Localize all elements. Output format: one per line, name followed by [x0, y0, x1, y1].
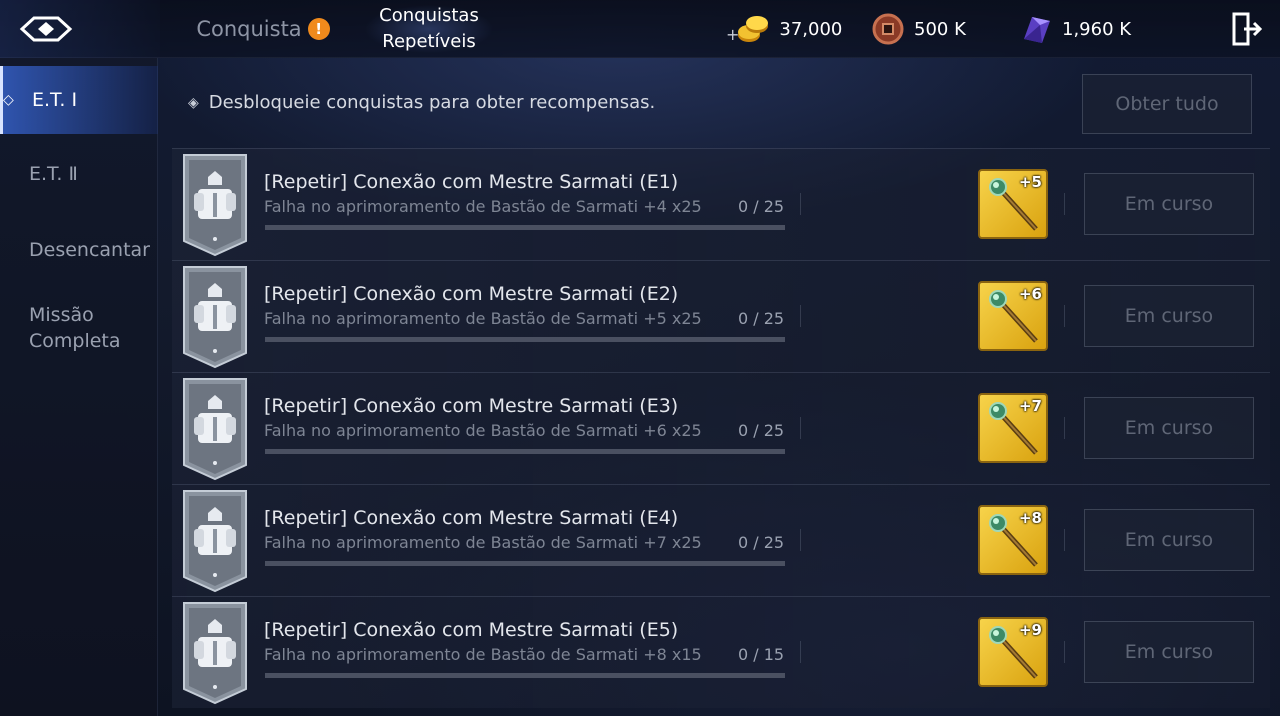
sidebar-item-label-line2: Completa [29, 330, 121, 352]
back-arrow-icon [19, 16, 73, 42]
purple-crystal-icon [1024, 17, 1050, 43]
reward-item[interactable]: +7 [978, 393, 1048, 463]
divider [1064, 305, 1065, 327]
status-button[interactable]: Em curso [1084, 173, 1254, 235]
status-button[interactable]: Em curso [1084, 621, 1254, 683]
achievement-progress-count: 0 / 25 [738, 309, 785, 328]
armor-badge-icon [183, 154, 247, 257]
divider [800, 193, 801, 215]
achievement-title: [Repetir] Conexão com Mestre Sarmati (E3… [264, 395, 679, 417]
achievement-row: [Repetir] Conexão com Mestre Sarmati (E1… [172, 148, 1270, 260]
status-button[interactable]: Em curso [1084, 509, 1254, 571]
status-button[interactable]: Em curso [1084, 397, 1254, 459]
achievement-subtitle: Falha no aprimoramento de Bastão de Sarm… [264, 309, 702, 328]
divider [800, 641, 801, 663]
sidebar-item-desencantar[interactable]: Desencantar [0, 220, 158, 280]
tab-conquista[interactable]: Conquista ! [178, 0, 348, 58]
progress-bar [265, 561, 785, 566]
achievement-title: [Repetir] Conexão com Mestre Sarmati (E1… [264, 171, 679, 193]
crystal-amount: 1,960 K [1062, 18, 1132, 40]
sidebar-item-et1[interactable]: ◇ E.T. Ⅰ [0, 66, 158, 134]
divider [1064, 641, 1065, 663]
reward-level: +7 [1018, 397, 1042, 415]
diamond-selected-icon: ◇ [3, 92, 14, 108]
progress-bar [265, 673, 785, 678]
achievement-row: [Repetir] Conexão com Mestre Sarmati (E3… [172, 372, 1270, 484]
progress-bar [265, 449, 785, 454]
tab-repetiveis-line2: Repetíveis [382, 31, 476, 52]
claim-all-button[interactable]: Obter tudo [1082, 74, 1252, 134]
divider [1064, 417, 1065, 439]
bronze-coin-icon [872, 13, 904, 45]
achievement-subtitle: Falha no aprimoramento de Bastão de Sarm… [264, 421, 702, 440]
main-content: ◈ Desbloqueie conquistas para obter reco… [160, 58, 1280, 716]
achievement-progress-count: 0 / 25 [738, 421, 785, 440]
reward-item[interactable]: +9 [978, 617, 1048, 687]
reward-item[interactable]: +6 [978, 281, 1048, 351]
hint-text: ◈ Desbloqueie conquistas para obter reco… [188, 92, 655, 113]
alert-icon: ! [307, 18, 330, 40]
currency-crystal[interactable]: 1,960 K [1018, 10, 1131, 48]
reward-level: +6 [1018, 285, 1042, 303]
achievement-title: [Repetir] Conexão com Mestre Sarmati (E5… [264, 619, 679, 641]
tab-repetiveis-line1: Conquistas [379, 5, 479, 26]
reward-level: +8 [1018, 509, 1042, 527]
armor-badge-icon [183, 266, 247, 369]
reward-level: +9 [1018, 621, 1042, 639]
achievement-subtitle: Falha no aprimoramento de Bastão de Sarm… [264, 197, 702, 216]
exit-icon[interactable] [1230, 12, 1264, 46]
gold-amount: 37,000 [779, 18, 843, 40]
achievement-title: [Repetir] Conexão com Mestre Sarmati (E2… [264, 283, 679, 305]
progress-bar [265, 225, 785, 230]
coin-amount: 500 K [914, 18, 966, 40]
divider [1064, 529, 1065, 551]
armor-badge-icon [183, 378, 247, 481]
sidebar-item-et2[interactable]: E.T. Ⅱ [0, 144, 158, 204]
achievement-progress-count: 0 / 25 [738, 197, 785, 216]
currency-coin[interactable]: 500 K [870, 10, 966, 48]
diamond-icon: ◈ [188, 94, 199, 111]
tab-conquista-label: Conquista [196, 17, 302, 41]
divider [800, 305, 801, 327]
achievement-progress-count: 0 / 15 [738, 645, 785, 664]
divider [800, 529, 801, 551]
sidebar-item-missao-completa[interactable]: Missão Completa [0, 298, 158, 358]
achievement-row: [Repetir] Conexão com Mestre Sarmati (E4… [172, 484, 1270, 596]
status-button[interactable]: Em curso [1084, 285, 1254, 347]
currency-gold[interactable]: + 37,000 [726, 10, 842, 48]
tab-conquistas-repetiveis[interactable]: Conquistas Repetíveis [358, 0, 500, 58]
achievement-list: [Repetir] Conexão com Mestre Sarmati (E1… [172, 148, 1270, 708]
achievement-progress-count: 0 / 25 [738, 533, 785, 552]
top-bar: Conquista ! Conquistas Repetíveis + 37,0… [0, 0, 1280, 58]
gold-coins-icon [738, 16, 769, 42]
sidebar-item-label-line1: Missão [29, 304, 94, 326]
sidebar-item-label: Desencantar [29, 239, 150, 261]
back-button[interactable] [0, 0, 160, 58]
armor-badge-icon [183, 602, 247, 705]
achievement-subtitle: Falha no aprimoramento de Bastão de Sarm… [264, 533, 702, 552]
progress-bar [265, 337, 785, 342]
achievement-title: [Repetir] Conexão com Mestre Sarmati (E4… [264, 507, 679, 529]
sidebar: ◇ E.T. Ⅰ E.T. Ⅱ Desencantar Missão Compl… [0, 58, 158, 716]
reward-item[interactable]: +5 [978, 169, 1048, 239]
reward-level: +5 [1018, 173, 1042, 191]
achievement-row: [Repetir] Conexão com Mestre Sarmati (E5… [172, 596, 1270, 708]
divider [1064, 193, 1065, 215]
hint-label: Desbloqueie conquistas para obter recomp… [208, 92, 656, 113]
sidebar-item-label: E.T. Ⅰ [32, 89, 78, 111]
achievement-row: [Repetir] Conexão com Mestre Sarmati (E2… [172, 260, 1270, 372]
divider [800, 417, 801, 439]
armor-badge-icon [183, 490, 247, 593]
reward-item[interactable]: +8 [978, 505, 1048, 575]
achievement-subtitle: Falha no aprimoramento de Bastão de Sarm… [264, 645, 702, 664]
sidebar-item-label: E.T. Ⅱ [29, 163, 78, 185]
